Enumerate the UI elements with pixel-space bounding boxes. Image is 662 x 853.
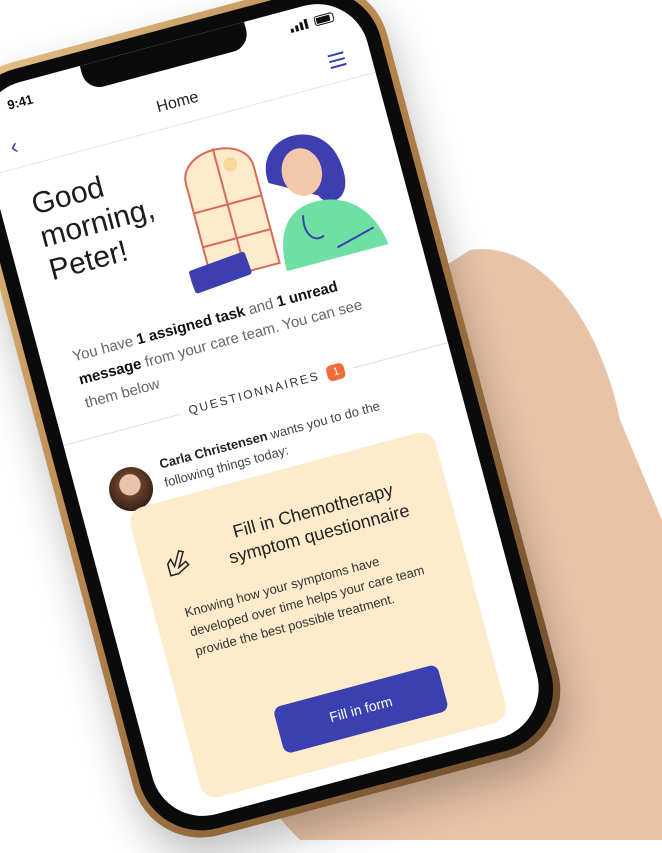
signal-bar-icon <box>299 21 305 31</box>
signal-bar-icon <box>303 18 309 30</box>
battery-icon <box>313 11 335 27</box>
intro-part: and <box>242 294 280 320</box>
signal-bar-icon <box>294 25 300 32</box>
divider-line <box>353 338 460 369</box>
signal-bar-icon <box>290 28 295 34</box>
fill-in-form-button[interactable]: Fill in form <box>272 663 450 755</box>
status-time: 9:41 <box>5 91 35 113</box>
divider-line <box>63 414 180 447</box>
signal-battery-icons <box>289 11 335 34</box>
hand-pen-icon <box>166 549 190 577</box>
count-badge: 1 <box>325 361 348 383</box>
